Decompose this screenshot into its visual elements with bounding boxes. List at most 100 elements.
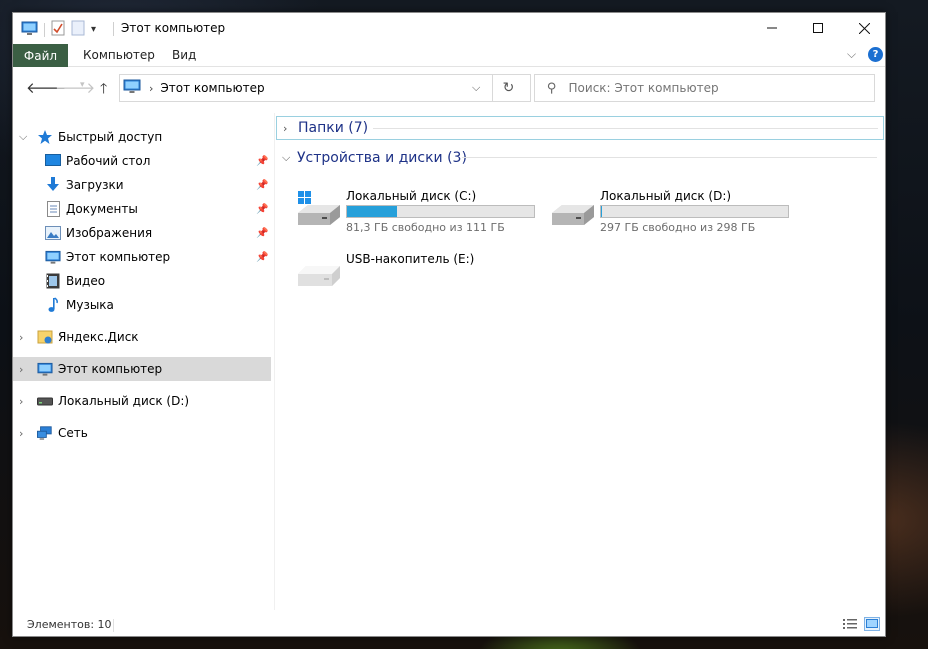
drive-usage-bar — [346, 205, 535, 218]
search-icon: ⚲ — [547, 80, 557, 96]
drive-name: Локальный диск (C:) — [346, 189, 477, 203]
details-view-icon[interactable] — [842, 617, 858, 631]
expand-chevron-icon[interactable]: › — [19, 363, 23, 376]
sidebar-item-desktop[interactable]: Рабочий стол 📌 — [13, 149, 271, 173]
sidebar-item-label: Документы — [66, 202, 138, 216]
sidebar-item-label: Изображения — [66, 226, 153, 240]
sidebar-item-this-pc-pinned[interactable]: Этот компьютер 📌 — [13, 245, 271, 269]
collapse-chevron-icon[interactable]: ⌵ — [282, 151, 290, 165]
group-title: Папки (7) — [298, 120, 369, 136]
qat-separator — [44, 22, 45, 37]
documents-icon — [45, 201, 61, 217]
drive-free-space: 81,3 ГБ свободно из 111 ГБ — [346, 221, 505, 234]
status-bar: Элементов: 10 — [13, 613, 885, 637]
computer-icon — [123, 79, 141, 97]
music-icon — [45, 297, 61, 313]
pin-icon[interactable]: 📌 — [256, 156, 268, 167]
content-pane: › Папки (7) ⌵ Устройства и диски (3) Лок… — [276, 113, 886, 610]
tab-view[interactable]: Вид — [172, 48, 196, 62]
sidebar-item-label: Быстрый доступ — [58, 130, 163, 144]
window-title: Этот компьютер — [121, 21, 226, 35]
status-separator — [113, 619, 114, 632]
pin-icon[interactable]: 📌 — [256, 204, 268, 215]
tab-computer[interactable]: Компьютер — [83, 48, 155, 62]
group-divider — [462, 157, 877, 158]
sidebar-item-label: Загрузки — [66, 178, 124, 192]
refresh-button[interactable]: ↻ — [492, 75, 524, 101]
pin-icon[interactable]: 📌 — [256, 252, 268, 263]
computer-icon — [45, 249, 61, 265]
sidebar-item-downloads[interactable]: Загрузки 📌 — [13, 173, 271, 197]
expand-chevron-icon[interactable]: › — [19, 427, 23, 440]
expand-chevron-icon[interactable]: › — [283, 122, 287, 135]
group-folders[interactable]: › Папки (7) — [276, 116, 884, 140]
sidebar-item-yandex-disk[interactable]: › Яндекс.Диск — [13, 325, 271, 349]
group-divider — [373, 128, 878, 129]
customize-qat-icon[interactable]: ▾ — [91, 24, 96, 35]
drive-usage-fill — [601, 206, 602, 217]
sidebar-item-quick-access[interactable]: ⌵ Быстрый доступ — [13, 125, 271, 149]
collapse-chevron-icon[interactable]: ⌵ — [19, 130, 27, 144]
navigation-bar: 🡐 🡒 ▾ 🡑 › Этот компьютер ⌵ ↻ ⚲ — [13, 68, 885, 108]
address-history-dropdown-icon[interactable]: ⌵ — [472, 81, 480, 95]
help-icon[interactable]: ? — [868, 47, 883, 62]
pin-icon[interactable]: 📌 — [256, 228, 268, 239]
sidebar-item-label: Рабочий стол — [66, 154, 151, 168]
sidebar-item-documents[interactable]: Документы 📌 — [13, 197, 271, 221]
group-devices[interactable]: ⌵ Устройства и диски (3) — [276, 146, 884, 170]
sidebar-item-local-disk-d[interactable]: › Локальный диск (D:) — [13, 389, 271, 413]
title-separator — [113, 22, 114, 36]
drive-item-c[interactable]: Локальный диск (C:) 81,3 ГБ свободно из … — [296, 189, 536, 245]
sidebar-item-label: Этот компьютер — [58, 362, 163, 376]
quick-access-toolbar: ▾ — [21, 20, 96, 39]
video-icon — [45, 273, 61, 289]
drive-usage-fill — [347, 206, 398, 217]
breadcrumb-chevron-icon[interactable]: › — [149, 82, 153, 95]
sidebar-item-label: Музыка — [66, 298, 114, 312]
sidebar-item-label: Сеть — [58, 426, 88, 440]
title-bar: ▾ Этот компьютер — [13, 13, 885, 43]
new-folder-icon[interactable] — [71, 20, 85, 39]
usb-drive-icon — [296, 258, 342, 293]
drive-name: Локальный диск (D:) — [600, 189, 732, 203]
close-button[interactable] — [841, 13, 887, 43]
properties-icon[interactable] — [51, 20, 65, 39]
recent-locations-icon[interactable]: ▾ — [80, 80, 85, 90]
downloads-icon — [45, 177, 61, 193]
drive-usage-bar — [600, 205, 789, 218]
drive-item-e[interactable]: USB-накопитель (E:) — [296, 252, 536, 308]
expand-ribbon-icon[interactable]: ⌵ — [847, 47, 856, 62]
pictures-icon — [45, 225, 61, 241]
drive-icon — [37, 393, 53, 409]
windows-drive-icon — [296, 191, 342, 232]
breadcrumb-this-pc[interactable]: Этот компьютер — [160, 81, 264, 95]
sidebar-item-pictures[interactable]: Изображения 📌 — [13, 221, 271, 245]
drive-item-d[interactable]: Локальный диск (D:) 297 ГБ свободно из 2… — [550, 189, 790, 245]
sidebar-item-network[interactable]: › Сеть — [13, 421, 271, 445]
tab-file[interactable]: Файл — [13, 44, 68, 67]
sidebar-item-this-pc[interactable]: › Этот компьютер — [13, 357, 271, 381]
drive-name: USB-накопитель (E:) — [346, 252, 475, 266]
expand-chevron-icon[interactable]: › — [19, 331, 23, 344]
yandex-disk-icon — [37, 329, 53, 345]
search-input[interactable] — [568, 81, 859, 95]
address-bar[interactable]: › Этот компьютер ⌵ ↻ — [119, 74, 531, 102]
search-box[interactable]: ⚲ — [534, 74, 875, 102]
maximize-button[interactable] — [795, 13, 841, 43]
star-icon — [37, 129, 53, 145]
sidebar-item-label: Видео — [66, 274, 106, 288]
pin-icon[interactable]: 📌 — [256, 180, 268, 191]
expand-chevron-icon[interactable]: › — [19, 395, 23, 408]
sidebar-item-video[interactable]: Видео — [13, 269, 271, 293]
up-button[interactable]: 🡑 — [100, 78, 107, 102]
file-explorer-window: ▾ Этот компьютер Файл Компьютер Вид ⌵ ? … — [12, 12, 886, 637]
sidebar-item-label: Локальный диск (D:) — [58, 394, 190, 408]
forward-button[interactable]: 🡒 — [55, 78, 95, 97]
sidebar-item-label: Яндекс.Диск — [58, 330, 139, 344]
sidebar-item-music[interactable]: Музыка — [13, 293, 271, 317]
minimize-button[interactable] — [749, 13, 795, 43]
computer-icon[interactable] — [21, 21, 38, 39]
drive-icon — [550, 191, 596, 232]
large-icons-view-icon[interactable] — [864, 617, 880, 631]
sidebar-item-label: Этот компьютер — [66, 250, 171, 264]
